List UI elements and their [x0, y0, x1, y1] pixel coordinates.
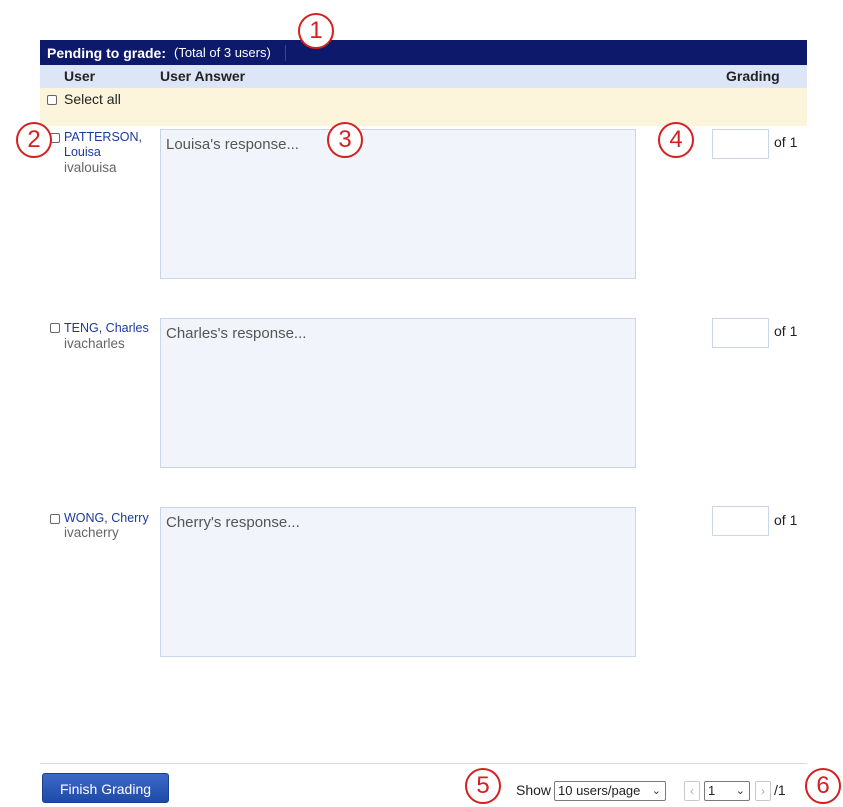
select-all-label[interactable]: Select all — [64, 91, 121, 107]
next-page-button[interactable]: › — [755, 781, 771, 801]
previous-page-button[interactable]: ‹ — [684, 781, 700, 801]
finish-grading-button[interactable]: Finish Grading — [42, 773, 169, 803]
footer-divider — [40, 763, 807, 764]
callout-3: 3 — [327, 122, 363, 158]
user-answer-box[interactable]: Charles's response... — [160, 318, 636, 468]
user-answer-box[interactable]: Louisa's response... — [160, 129, 636, 279]
chevron-down-icon[interactable]: ⌄ — [652, 782, 661, 800]
show-label: Show — [516, 782, 552, 798]
column-headers: User User Answer Grading — [40, 65, 807, 88]
user-username: ivacharles — [64, 336, 125, 351]
user-checkbox[interactable] — [50, 514, 60, 524]
user-name-line1[interactable]: PATTERSON, — [64, 130, 142, 144]
user-checkbox[interactable] — [50, 323, 60, 333]
header-divider — [284, 44, 286, 61]
callout-4: 4 — [658, 122, 694, 158]
callout-5: 5 — [465, 768, 501, 804]
user-username: ivacherry — [64, 525, 119, 540]
select-all-checkbox[interactable] — [47, 95, 57, 105]
user-name-link[interactable]: WONG, Cherry — [64, 511, 149, 526]
grade-input[interactable] — [712, 506, 769, 536]
total-pages-label: /1 — [774, 782, 786, 798]
user-name-link[interactable]: TENG, Charles — [64, 321, 149, 336]
callout-1: 1 — [298, 13, 334, 49]
column-user: User — [64, 68, 96, 84]
column-user-answer: User Answer — [160, 68, 246, 84]
chevron-down-icon[interactable]: ⌄ — [736, 782, 745, 800]
current-page-value[interactable]: 1 — [708, 783, 715, 798]
user-name-line2[interactable]: Louisa — [64, 145, 101, 159]
grading-header-bar: Pending to grade: (Total of 3 users) — [40, 40, 807, 65]
user-name-link[interactable]: PATTERSON, Louisa — [64, 130, 142, 160]
grade-max-label: of 1 — [774, 512, 798, 528]
user-answer-box[interactable]: Cherry's response... — [160, 507, 636, 657]
callout-6: 6 — [805, 768, 841, 804]
page-size-value[interactable]: 10 users/page — [558, 783, 640, 798]
grade-max-label: of 1 — [774, 134, 798, 150]
total-users-count: (Total of 3 users) — [174, 45, 271, 60]
column-grading: Grading — [726, 68, 780, 84]
pending-title: Pending to grade: — [47, 44, 166, 61]
grade-max-label: of 1 — [774, 323, 798, 339]
grade-input[interactable] — [712, 129, 769, 159]
callout-2: 2 — [16, 122, 52, 158]
user-username: ivalouisa — [64, 160, 117, 175]
grade-input[interactable] — [712, 318, 769, 348]
page-size-select[interactable]: 10 users/page ⌄ — [554, 781, 666, 801]
select-all-row: Select all — [40, 88, 807, 126]
page-number-select[interactable]: 1 ⌄ — [704, 781, 750, 801]
